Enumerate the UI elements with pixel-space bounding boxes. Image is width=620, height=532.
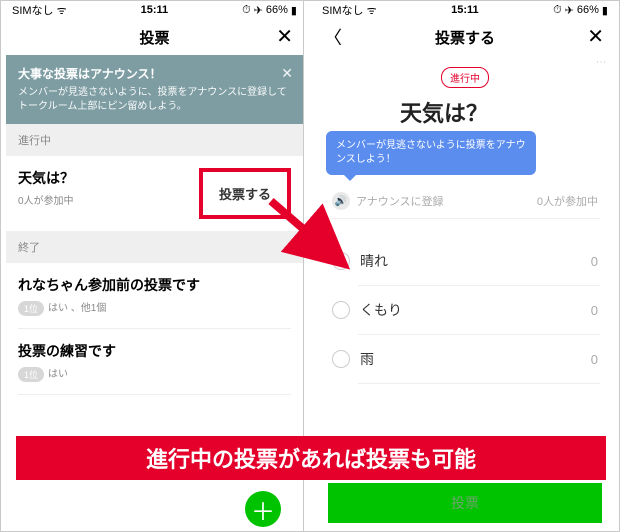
submit-vote-button[interactable]: 投票: [328, 483, 602, 523]
page-title: 投票する: [435, 27, 495, 48]
option-name: くもり: [360, 300, 402, 320]
poll-result-text: はい: [48, 369, 68, 380]
poll-option[interactable]: 雨 0: [330, 335, 600, 383]
rank-badge: 1位: [18, 301, 44, 316]
poll-detail: 進行中 天気は？ メンバーが見逃さないように投票をアナウンスしよう！ 🔊 アナウ…: [316, 55, 614, 384]
participant-count: 0人が参加中: [537, 193, 598, 209]
section-ended: 終了: [6, 231, 303, 263]
poll-result-text: はい 、他1個: [48, 303, 106, 314]
caption-text: 進行中の投票があれば投票も可能: [146, 442, 476, 474]
announce-title: 大事な投票はアナウンス！: [18, 65, 291, 82]
nav-bar: 投票 ✕: [6, 19, 303, 55]
register-label: アナウンスに登録: [356, 193, 444, 209]
status-bar: SIMなし ᯤ 15:11 ⏱ ✈ 66% ▮: [316, 1, 614, 19]
location-icon: ✈: [565, 4, 574, 17]
tooltip-text: メンバーが見逃さないように投票をアナウンスしよう！: [336, 140, 526, 165]
option-name: 雨: [360, 349, 374, 369]
options-list: 晴れ 0 くもり 0 雨 0: [330, 237, 600, 384]
poll-title: 投票の練習です: [18, 341, 291, 361]
alarm-icon: ⏱: [242, 4, 251, 17]
add-poll-fab[interactable]: ＋: [245, 491, 281, 527]
carrier: SIMなし: [322, 2, 364, 18]
poll-option[interactable]: くもり 0: [330, 286, 600, 334]
poll-subtext: 1位はい: [18, 365, 291, 382]
submit-vote-label: 投票: [451, 493, 479, 513]
option-count: 0: [591, 254, 598, 269]
radio-icon[interactable]: [332, 350, 350, 368]
rank-badge: 1位: [18, 367, 44, 382]
divider: [358, 383, 600, 384]
poll-detail-title: 天気は？: [400, 96, 600, 128]
battery-icon: ▮: [602, 4, 608, 17]
page-title: 投票: [139, 27, 169, 48]
wifi-icon: ᯤ: [367, 3, 377, 18]
option-count: 0: [591, 352, 598, 367]
arrow-overlay: [266, 191, 356, 281]
battery-pct: 66%: [266, 4, 288, 16]
status-badge: 進行中: [441, 67, 489, 88]
radio-icon[interactable]: [332, 301, 350, 319]
clock: 15:11: [141, 4, 169, 16]
battery-pct: 66%: [577, 4, 599, 16]
poll-row-ended[interactable]: れなちゃん参加前の投票です 1位はい 、他1個: [6, 263, 303, 328]
carrier: SIMなし: [12, 2, 54, 18]
alarm-icon: ⏱: [553, 4, 562, 17]
poll-subtext: 1位はい 、他1個: [18, 299, 291, 316]
poll-row-ongoing[interactable]: 天気は？ 0人が参加中 投票する: [6, 156, 303, 231]
clock: 15:11: [451, 4, 479, 16]
option-name: 晴れ: [360, 251, 388, 271]
section-ongoing: 進行中: [6, 124, 303, 156]
announce-tooltip[interactable]: メンバーが見逃さないように投票をアナウンスしよう！: [326, 131, 536, 175]
battery-icon: ▮: [291, 4, 297, 17]
register-row[interactable]: 🔊 アナウンスに登録 0人が参加中: [330, 188, 600, 219]
caption-bar: 進行中の投票があれば投票も可能: [16, 436, 606, 480]
back-icon[interactable]: 〈: [324, 24, 342, 50]
poll-option[interactable]: 晴れ 0: [330, 237, 600, 285]
close-icon[interactable]: ✕: [587, 27, 604, 47]
option-count: 0: [591, 303, 598, 318]
location-icon: ✈: [254, 4, 263, 17]
poll-row-ended[interactable]: 投票の練習です 1位はい: [6, 329, 303, 394]
vote-button-label: 投票する: [219, 187, 271, 202]
plus-icon: ＋: [251, 492, 275, 527]
close-icon[interactable]: ✕: [276, 27, 293, 47]
nav-bar: 〈 投票する ✕: [316, 19, 614, 55]
announce-close-icon[interactable]: ✕: [281, 65, 293, 82]
poll-title: れなちゃん参加前の投票です: [18, 275, 291, 295]
divider: [18, 394, 291, 395]
announce-banner[interactable]: 大事な投票はアナウンス！ メンバーが見逃さないように、投票をアナウンスに登録して…: [6, 55, 303, 124]
status-bar: SIMなし ᯤ 15:11 ⏱ ✈ 66% ▮: [6, 1, 303, 19]
wifi-icon: ᯤ: [57, 3, 67, 18]
announce-body: メンバーが見逃さないように、投票をアナウンスに登録してトークルーム上部にピン留め…: [18, 86, 291, 114]
